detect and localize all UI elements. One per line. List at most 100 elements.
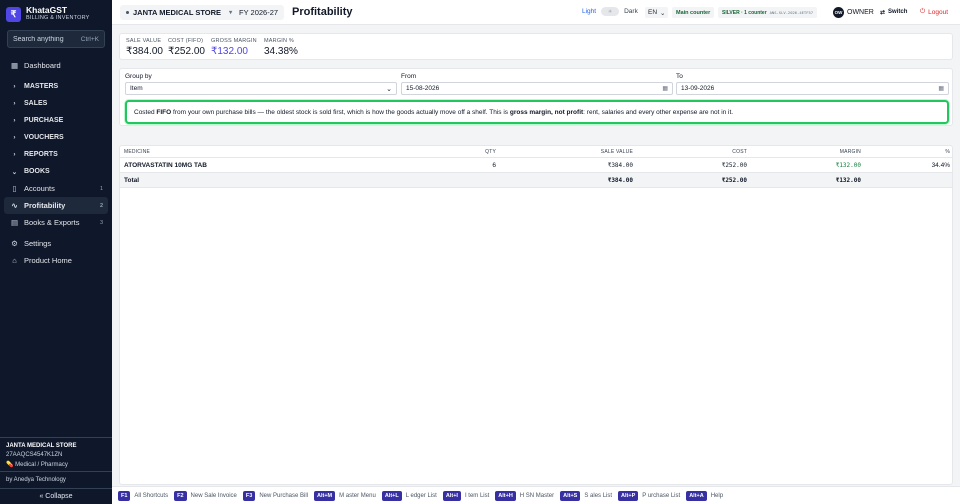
from-date-input[interactable]: 15-08-2026 ▦	[401, 82, 673, 95]
cell-pct: 34.4%	[931, 162, 950, 169]
sidebar-section-books[interactable]: ⌄ BOOKS	[4, 163, 108, 180]
shortcut-label: New Sale Invoice	[190, 492, 237, 499]
sidebar-section-vouchers[interactable]: › VOUCHERS	[4, 129, 108, 146]
shortcut-label: S ales List	[584, 492, 613, 499]
sidebar-item-label: SALES	[24, 100, 48, 107]
book-icon: ▤	[10, 218, 19, 227]
column-header-qty[interactable]: QTY	[460, 149, 496, 155]
shortcut-sales-list[interactable]: Alt+S S ales List	[560, 490, 613, 501]
shortcut-help[interactable]: Alt+A Help	[686, 490, 723, 501]
license-badge[interactable]: SILVER · 1 counter ANS-SLV-2026-4ETF57	[718, 7, 818, 18]
home-icon: ⌂	[12, 256, 17, 265]
brand-name: KhataGST	[26, 5, 68, 15]
chevron-down-icon: ▾	[229, 10, 233, 16]
calendar-icon[interactable]: ▦	[662, 85, 668, 92]
notice-text: Costed FIFO from your own purchase bills…	[134, 108, 734, 116]
shortcut-new-sale[interactable]: F2 New Sale Invoice	[174, 490, 237, 501]
sidebar-section-reports[interactable]: › REPORTS	[4, 146, 108, 163]
sidebar-item-label: Profitability	[24, 201, 66, 210]
table-row[interactable]: ATORVASTATIN 10MG TAB 6 ₹384.00 ₹252.00 …	[120, 158, 952, 173]
store-selector[interactable]: JANTA MEDICAL STORE ▾	[120, 5, 239, 20]
sidebar-item-label: VOUCHERS	[24, 134, 64, 141]
sidebar-item-accounts[interactable]: ▯ Accounts 1	[4, 180, 108, 197]
stat-label: COST (FIFO)	[168, 38, 204, 44]
sidebar-item-profitability[interactable]: ∿ Profitability 2	[4, 197, 108, 214]
column-header-margin[interactable]: MARGIN	[781, 149, 861, 155]
column-header-sale-value[interactable]: SALE VALUE	[553, 149, 633, 155]
brand[interactable]: ₹ KhataGST BILLING & INVENTORY	[6, 6, 90, 22]
shortcut-all[interactable]: F1 All Shortcuts	[118, 490, 168, 501]
group-by-select[interactable]: Item ⌄	[125, 82, 397, 95]
stat-sale-value: SALE VALUE ₹384.00	[126, 38, 163, 57]
column-header-medicine[interactable]: MEDICINE	[124, 149, 150, 155]
license-plan: SILVER · 1 counter	[722, 9, 767, 16]
group-by-label: Group by	[125, 73, 152, 80]
shortcut-hsn-master[interactable]: Alt+H H SN Master	[495, 490, 555, 501]
filters-panel: Group by Item ⌄ From 15-08-2026 ▦ To 13-…	[119, 68, 953, 126]
shortcut-key: Alt+P	[618, 490, 639, 501]
shortcut-item-list[interactable]: Alt+I I tem List	[442, 490, 489, 501]
sidebar-item-dashboard[interactable]: ▦ Dashboard	[4, 57, 108, 74]
shortcut-label: New Purchase Bill	[259, 492, 308, 499]
sidebar-section-masters[interactable]: › MASTERS	[4, 78, 108, 95]
logout-button[interactable]: ⏻ Logout	[917, 6, 951, 18]
sidebar: ₹ KhataGST BILLING & INVENTORY Ctrl+K ▦ …	[0, 0, 112, 504]
grid-icon: ▦	[10, 61, 19, 70]
to-date-input[interactable]: 13-09-2026 ▦	[676, 82, 949, 95]
stat-value: ₹132.00	[211, 46, 248, 57]
sidebar-search[interactable]: Ctrl+K	[7, 30, 105, 48]
store-gstin: 27AAQCS4547K1ZN	[6, 452, 63, 458]
shortcut-label: M aster Menu	[339, 492, 376, 499]
calendar-icon[interactable]: ▦	[938, 85, 944, 92]
counter-badge[interactable]: Main counter	[672, 7, 715, 18]
store-type-label: Medical / Pharmacy	[15, 462, 68, 468]
total-cost: ₹252.00	[721, 177, 747, 184]
sidebar-item-count: 3	[99, 219, 103, 226]
store-info: JANTA MEDICAL STORE 27AAQCS4547K1ZN 💊 Me…	[0, 437, 112, 471]
shortcut-label: H SN Master	[519, 492, 555, 499]
sidebar-item-label: Product Home	[24, 256, 72, 265]
gear-icon: ⚙	[11, 239, 18, 248]
rupee-logo-icon: ₹	[6, 6, 21, 22]
language-selector[interactable]: EN ⌄	[645, 7, 669, 18]
shortcut-ledger-list[interactable]: Alt+L L edger List	[381, 490, 437, 501]
avatar: OW	[833, 7, 844, 18]
collapse-button[interactable]: « Collapse	[0, 488, 112, 504]
shortcut-purchase-list[interactable]: Alt+P P urchase List	[618, 490, 680, 501]
shortcut-label: L edger List	[405, 492, 437, 499]
sidebar-item-label: Books & Exports	[24, 218, 80, 227]
stat-label: SALE VALUE	[126, 38, 162, 44]
topbar: JANTA MEDICAL STORE ▾ FY 2026-27 Profita…	[112, 0, 960, 25]
shortcut-key: F1	[118, 490, 131, 501]
brand-subtitle: BILLING & INVENTORY	[26, 15, 90, 21]
chevron-right-icon: ›	[13, 151, 16, 158]
sidebar-item-product-home[interactable]: ⌂ Product Home	[4, 252, 108, 269]
column-header-cost[interactable]: COST	[667, 149, 747, 155]
theme-dark-label[interactable]: Dark	[624, 8, 638, 15]
user-menu[interactable]: OW OWNER	[833, 7, 874, 18]
column-header-pct[interactable]: %	[890, 149, 950, 155]
theme-light-label[interactable]: Light	[582, 8, 596, 15]
switch-button[interactable]: ⇄ Switch	[876, 6, 911, 18]
from-label: From	[401, 73, 417, 80]
total-margin: ₹132.00	[835, 177, 861, 184]
sidebar-item-books-exports[interactable]: ▤ Books & Exports 3	[4, 214, 108, 231]
fy-selector[interactable]: FY 2026-27	[233, 5, 285, 20]
user-role: OWNER	[847, 9, 874, 16]
sidebar-item-label: BOOKS	[24, 168, 50, 175]
shortcut-key: Alt+I	[442, 490, 461, 501]
shortcut-master-menu[interactable]: Alt+M M aster Menu	[314, 490, 376, 501]
shortcut-key: F3	[242, 490, 256, 501]
shortcut-new-purchase[interactable]: F3 New Purchase Bill	[242, 490, 308, 501]
profitability-table: MEDICINE QTY SALE VALUE COST MARGIN % AT…	[119, 145, 953, 485]
sidebar-section-purchase[interactable]: › PURCHASE	[4, 112, 108, 129]
sidebar-item-settings[interactable]: ⚙ Settings	[4, 235, 108, 252]
search-input[interactable]	[13, 35, 65, 43]
sun-icon: ☀	[607, 8, 613, 15]
fifo-notice: Costed FIFO from your own purchase bills…	[125, 100, 949, 124]
sidebar-item-label: PURCHASE	[24, 117, 64, 124]
stat-value: ₹384.00	[126, 46, 163, 57]
theme-switch[interactable]: ☀	[601, 7, 620, 16]
sidebar-item-label: Accounts	[24, 184, 55, 193]
sidebar-section-sales[interactable]: › SALES	[4, 95, 108, 112]
